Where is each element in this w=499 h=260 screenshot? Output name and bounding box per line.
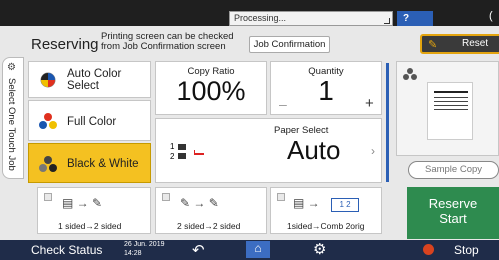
- one-touch-label: Select One Touch Job: [6, 78, 17, 171]
- paper-select-panel[interactable]: Paper Select Auto 1 2 ›: [155, 118, 382, 183]
- two-to-two-sided-icon: ✎ → ✎: [180, 196, 219, 210]
- tray-2-shape: [178, 153, 186, 159]
- duplex-option-2[interactable]: ✎ → ✎ 2 sided→2 sided: [155, 187, 267, 234]
- quantity-panel[interactable]: Quantity 1 – +: [270, 61, 382, 115]
- document-preview: [427, 82, 473, 140]
- stop-button[interactable]: Stop: [454, 243, 479, 257]
- checkbox[interactable]: [277, 193, 285, 201]
- duplex-label-1: 1 sided→2 sided: [58, 221, 122, 231]
- auto-color-icon: [40, 72, 56, 88]
- copy-ratio-panel[interactable]: Copy Ratio 100%: [155, 61, 267, 115]
- page-title: Reserving: [31, 36, 99, 53]
- tray-1-number: 1: [170, 142, 175, 151]
- date-label: 26 Jun. 2019: [124, 241, 165, 248]
- reset-label: Reset: [462, 38, 489, 49]
- combine-page-icon: 1 2: [331, 198, 359, 212]
- settings-icon[interactable]: ⚙: [313, 240, 326, 258]
- help-icon: ?: [403, 13, 410, 24]
- preview-line: [434, 105, 468, 106]
- reserving-hint: Printing screen can be checked from Job …: [101, 32, 234, 52]
- home-icon[interactable]: ⌂: [246, 241, 270, 258]
- duplex-label-3: 1sided→Comb 2orig: [287, 221, 365, 231]
- full-color-icon: [39, 113, 57, 129]
- duplex-option-3[interactable]: ▤ → 1 2 1sided→Comb 2orig: [270, 187, 382, 234]
- processing-label: Processing...: [234, 13, 287, 23]
- reset-button[interactable]: ✎ Reset: [420, 34, 499, 54]
- back-icon[interactable]: ↶: [192, 241, 205, 259]
- scroll-indicator[interactable]: [386, 63, 389, 182]
- bypass-tray-icon: [194, 150, 204, 155]
- color-option-bw[interactable]: Black & White: [28, 143, 151, 183]
- reserve-start-button[interactable]: Reserve Start: [407, 187, 499, 239]
- preview-line: [434, 97, 468, 98]
- copy-ratio-value: 100%: [176, 76, 246, 106]
- preview-line: [434, 101, 468, 102]
- tray-1-shape: [178, 144, 186, 150]
- one-touch-icon: ⚙: [7, 62, 16, 73]
- reserve-line-2: Start: [439, 211, 467, 226]
- preview-line: [434, 91, 468, 93]
- preview-panel: [396, 61, 499, 156]
- one-to-two-sided-icon: ▤ → ✎: [62, 196, 103, 210]
- quantity-minus-button[interactable]: –: [279, 96, 287, 112]
- time-label: 14:28: [124, 250, 142, 257]
- job-confirmation-button[interactable]: Job Confirmation: [249, 36, 330, 53]
- duplex-label-2: 2 sided→2 sided: [177, 221, 241, 231]
- resize-corner-icon: [384, 18, 390, 24]
- checkbox[interactable]: [44, 193, 52, 201]
- help-button[interactable]: ?: [397, 11, 433, 26]
- tray-2-number: 2: [170, 152, 175, 161]
- color-option-full[interactable]: Full Color: [28, 100, 151, 141]
- bottom-bar: Check Status 26 Jun. 2019 14:28 ↶ ⌂ ⚙ St…: [0, 240, 499, 260]
- top-status-bar: Processing... ? (: [0, 0, 499, 26]
- paper-select-value: Auto: [287, 135, 341, 165]
- preview-line: [434, 109, 468, 110]
- color-dots-icon: [403, 68, 417, 80]
- hint-line-2: from Job Confirmation screen: [101, 41, 226, 52]
- full-color-label: Full Color: [67, 116, 117, 128]
- auto-color-label: Auto Color Select: [67, 68, 121, 92]
- tray-icon: 1 2: [170, 142, 210, 164]
- black-white-label: Black & White: [67, 158, 139, 170]
- eraser-icon: ✎: [428, 39, 438, 51]
- energy-saver-glyph: (: [489, 10, 493, 22]
- energy-saver-icon[interactable]: (: [489, 10, 499, 26]
- processing-indicator[interactable]: Processing...: [229, 11, 393, 26]
- auto-color-line-1: Auto Color: [67, 68, 122, 80]
- quantity-plus-button[interactable]: +: [365, 95, 374, 112]
- color-option-auto[interactable]: Auto Color Select: [28, 61, 151, 98]
- chevron-right-icon: ›: [371, 144, 375, 158]
- combine-originals-icon: ▤ →: [293, 196, 320, 210]
- check-status-button[interactable]: Check Status: [31, 243, 102, 257]
- duplex-option-1[interactable]: ▤ → ✎ 1 sided→2 sided: [37, 187, 151, 234]
- black-white-icon: [39, 156, 57, 172]
- auto-color-line-2: Select: [67, 80, 99, 92]
- stop-icon: [423, 244, 434, 255]
- checkbox[interactable]: [162, 193, 170, 201]
- sample-copy-button[interactable]: Sample Copy: [408, 161, 499, 179]
- reserve-line-1: Reserve: [428, 196, 478, 211]
- one-touch-job-tab[interactable]: ⚙ Select One Touch Job: [2, 57, 24, 179]
